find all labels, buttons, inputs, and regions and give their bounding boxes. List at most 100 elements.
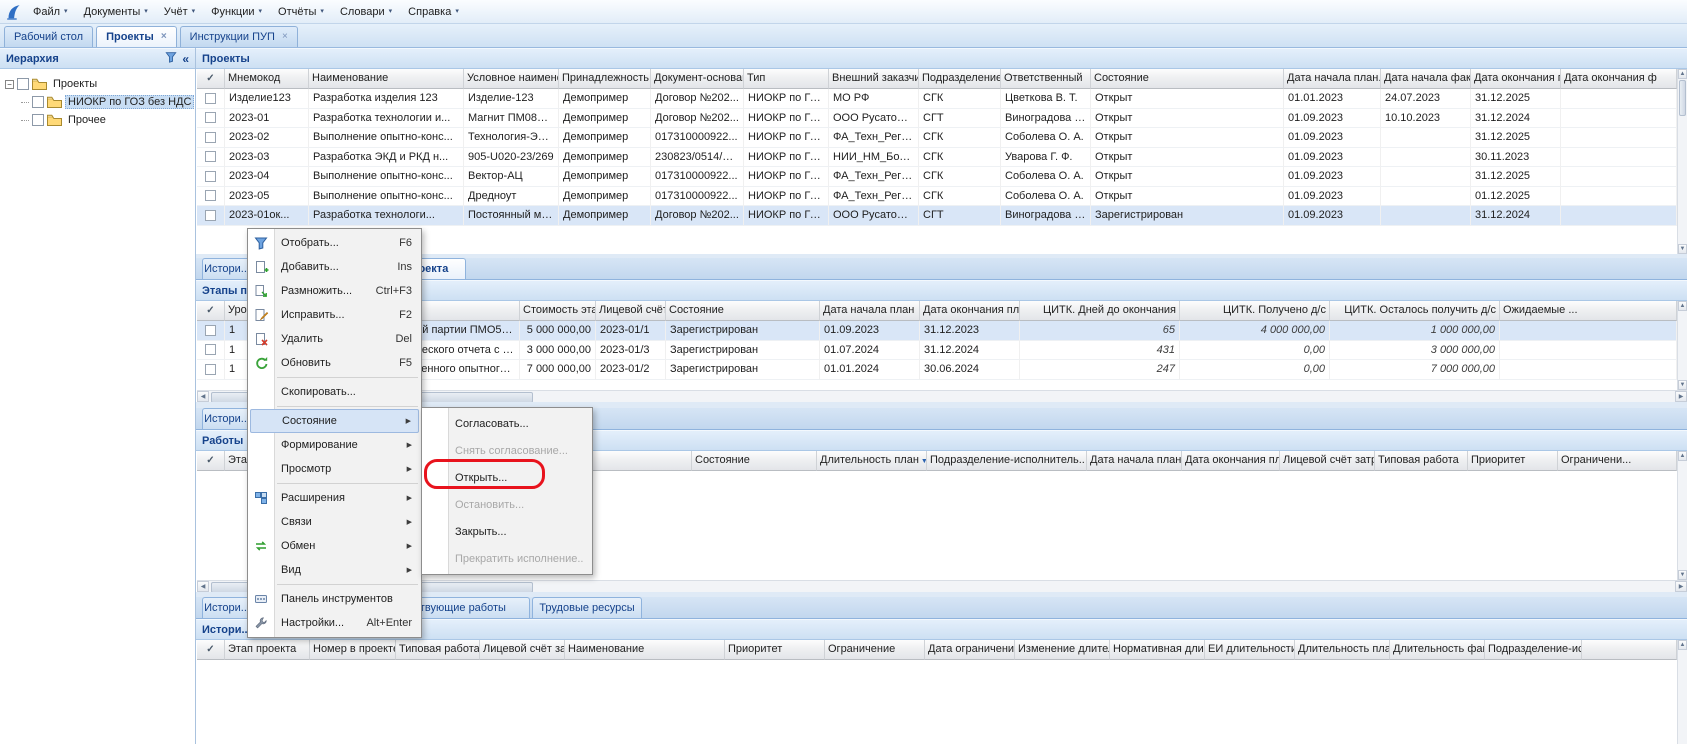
column-header[interactable]: Подразделение-исполнитель.. xyxy=(927,451,1087,471)
column-header[interactable]: Нормативная длит xyxy=(1110,640,1205,660)
context-menu-item[interactable]: Настройки...Alt+Enter xyxy=(248,611,421,635)
scroll-left-icon[interactable]: ◀ xyxy=(197,391,209,402)
column-header[interactable]: Условное наименова xyxy=(464,69,559,89)
window-tab[interactable]: Проекты× xyxy=(96,26,177,47)
table-row[interactable]: 2023-01ок...Разработка технологи...Посто… xyxy=(197,206,1677,226)
submenu-item[interactable]: Согласовать... xyxy=(422,410,592,437)
tree-expander-icon[interactable]: − xyxy=(5,80,14,89)
scroll-right-icon[interactable]: ▶ xyxy=(1675,391,1687,402)
vertical-scrollbar[interactable]: ▲▼ xyxy=(1677,451,1687,580)
menubar-item[interactable]: Справка▾ xyxy=(400,3,467,21)
close-tab-icon[interactable]: × xyxy=(282,32,288,42)
row-checkbox[interactable] xyxy=(205,364,216,375)
scroll-down-icon[interactable]: ▼ xyxy=(1678,570,1687,580)
row-checkbox[interactable] xyxy=(205,325,216,336)
scroll-up-icon[interactable]: ▲ xyxy=(1678,69,1687,79)
row-checkbox[interactable] xyxy=(205,93,216,104)
vertical-scrollbar[interactable]: ▲ xyxy=(1677,640,1687,744)
context-menu-item[interactable]: Формирование▶ xyxy=(248,433,421,457)
scroll-up-icon[interactable]: ▲ xyxy=(1678,451,1687,461)
scroll-left-icon[interactable]: ◀ xyxy=(197,581,209,592)
column-header[interactable]: Длительность фак xyxy=(1390,640,1485,660)
column-header[interactable]: Подразделение-от xyxy=(919,69,1001,89)
column-header[interactable]: Лицевой счёт затр xyxy=(1280,451,1375,471)
column-header[interactable]: ЦИТК. Получено д/с xyxy=(1180,301,1330,321)
context-menu-item[interactable]: УдалитьDel xyxy=(248,327,421,351)
scroll-down-icon[interactable]: ▼ xyxy=(1678,244,1687,254)
column-header[interactable]: Лицевой счёт затрат. xyxy=(596,301,666,321)
context-menu-item[interactable]: Добавить...Ins xyxy=(248,255,421,279)
column-header[interactable]: Дата ограничения xyxy=(925,640,1015,660)
tree-node[interactable]: −Проекты xyxy=(0,75,195,93)
collapse-panel-icon[interactable]: « xyxy=(182,53,189,65)
column-header[interactable]: Подразделение-ис xyxy=(1485,640,1582,660)
column-header[interactable]: Состояние xyxy=(692,451,817,471)
column-header[interactable]: Дата окончания ф xyxy=(1561,69,1677,89)
column-header[interactable]: Тип xyxy=(744,69,829,89)
menubar-item[interactable]: Файл▾ xyxy=(25,3,76,21)
submenu-item[interactable]: Закрыть... xyxy=(422,518,592,545)
context-menu-item[interactable]: Связи▶ xyxy=(248,510,421,534)
panel-tab[interactable]: Истори... xyxy=(202,597,252,618)
scroll-up-icon[interactable]: ▲ xyxy=(1678,301,1687,311)
column-header[interactable]: Документ-основан xyxy=(651,69,744,89)
column-header[interactable] xyxy=(1582,640,1677,660)
column-header[interactable]: Наименование xyxy=(565,640,725,660)
submenu-item[interactable]: Остановить... xyxy=(422,491,592,518)
column-header[interactable]: Дата начала факт xyxy=(1381,69,1471,89)
menubar-item[interactable]: Функции▾ xyxy=(203,3,270,21)
column-header[interactable]: Приоритет xyxy=(1468,451,1558,471)
column-header[interactable]: Дата начала план xyxy=(820,301,920,321)
row-checkbox[interactable] xyxy=(205,171,216,182)
table-row[interactable]: 2023-03Разработка ЭКД и РКД н...905-U020… xyxy=(197,148,1677,168)
column-header[interactable]: Лицевой счёт затр xyxy=(480,640,565,660)
submenu-item[interactable]: Прекратить исполнение... xyxy=(422,545,592,572)
column-header[interactable]: Этап проекта xyxy=(225,640,310,660)
row-checkbox[interactable] xyxy=(205,151,216,162)
scroll-right-icon[interactable]: ▶ xyxy=(1675,581,1687,592)
column-header[interactable]: Ограничение xyxy=(825,640,925,660)
panel-tab[interactable]: Трудовые ресурсы xyxy=(532,597,642,618)
scroll-thumb[interactable] xyxy=(1679,80,1686,116)
column-header[interactable]: Дата начала план. xyxy=(1087,451,1182,471)
column-header[interactable]: Типовая работа xyxy=(1375,451,1468,471)
tree-checkbox[interactable] xyxy=(32,114,44,126)
scroll-up-icon[interactable]: ▲ xyxy=(1678,640,1687,650)
close-tab-icon[interactable]: × xyxy=(161,32,167,42)
row-checkbox[interactable] xyxy=(205,132,216,143)
menubar-item[interactable]: Документы▾ xyxy=(76,3,156,21)
tree-node[interactable]: НИОКР по ГОЗ без НДС xyxy=(0,93,195,111)
vertical-scrollbar[interactable]: ▲▼ xyxy=(1677,69,1687,254)
menubar-item[interactable]: Учёт▾ xyxy=(156,3,203,21)
column-header[interactable]: Изменение длител xyxy=(1015,640,1110,660)
context-menu-item[interactable]: Размножить...Ctrl+F3 xyxy=(248,279,421,303)
column-header[interactable]: ✓ xyxy=(197,640,225,660)
table-row[interactable]: 2023-05Выполнение опытно-конс...Дредноут… xyxy=(197,187,1677,207)
column-header[interactable]: Внешний заказчик xyxy=(829,69,919,89)
tree-checkbox[interactable] xyxy=(32,96,44,108)
column-header[interactable]: Номер в проекте xyxy=(310,640,396,660)
column-header[interactable]: Приоритет xyxy=(725,640,825,660)
panel-tab[interactable]: Истори... xyxy=(202,258,252,279)
column-header[interactable]: Длительность план ▼ xyxy=(817,451,927,471)
column-header[interactable]: ✓ xyxy=(197,451,225,471)
row-checkbox[interactable] xyxy=(205,190,216,201)
column-header[interactable]: Ограничени... xyxy=(1558,451,1677,471)
select-all-check-icon[interactable]: ✓ xyxy=(206,644,214,655)
row-checkbox[interactable] xyxy=(205,344,216,355)
column-header[interactable]: Дата окончания план xyxy=(1182,451,1280,471)
column-header[interactable]: ✓ xyxy=(197,301,225,321)
column-header[interactable]: Ответственный xyxy=(1001,69,1091,89)
column-header[interactable]: Длительность пла xyxy=(1295,640,1390,660)
column-header[interactable]: Наименование xyxy=(309,69,464,89)
column-header[interactable]: Мнемокод xyxy=(225,69,309,89)
select-all-check-icon[interactable]: ✓ xyxy=(206,455,214,466)
column-header[interactable]: Типовая работа xyxy=(396,640,480,660)
column-header[interactable]: Ожидаемые ... xyxy=(1500,301,1677,321)
column-header[interactable]: ЦИТК. Осталось получить д/с xyxy=(1330,301,1500,321)
vertical-scrollbar[interactable]: ▲▼ xyxy=(1677,301,1687,390)
context-menu-item[interactable]: Скопировать... xyxy=(248,380,421,404)
context-menu-item[interactable]: Панель инструментов xyxy=(248,587,421,611)
context-menu-item[interactable]: Вид▶ xyxy=(248,558,421,582)
column-header[interactable]: ЦИТК. Дней до окончания xyxy=(1020,301,1180,321)
